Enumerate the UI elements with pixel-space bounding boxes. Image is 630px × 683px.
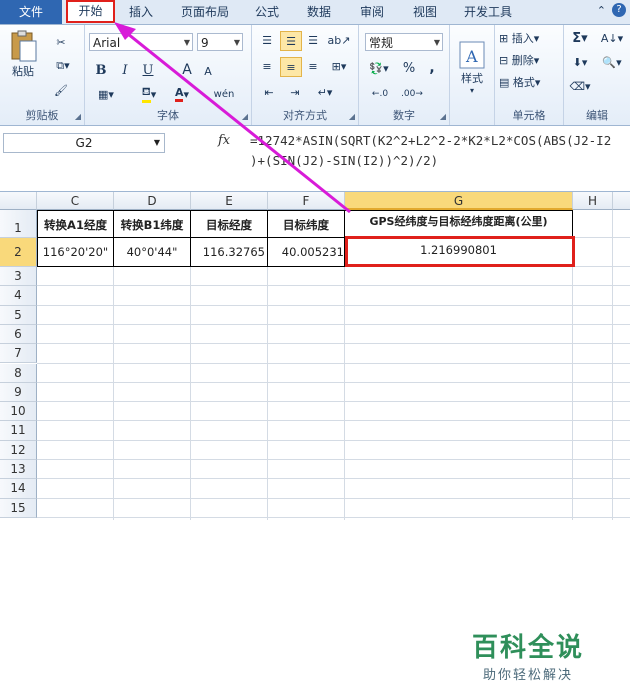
watermark-subtitle: 助你轻松解决 [482, 668, 573, 683]
watermark: 百科全说 助你轻松解决 [448, 627, 608, 683]
watermark-title: 百科全说 [471, 633, 584, 663]
annotation-arrow [114, 22, 351, 214]
